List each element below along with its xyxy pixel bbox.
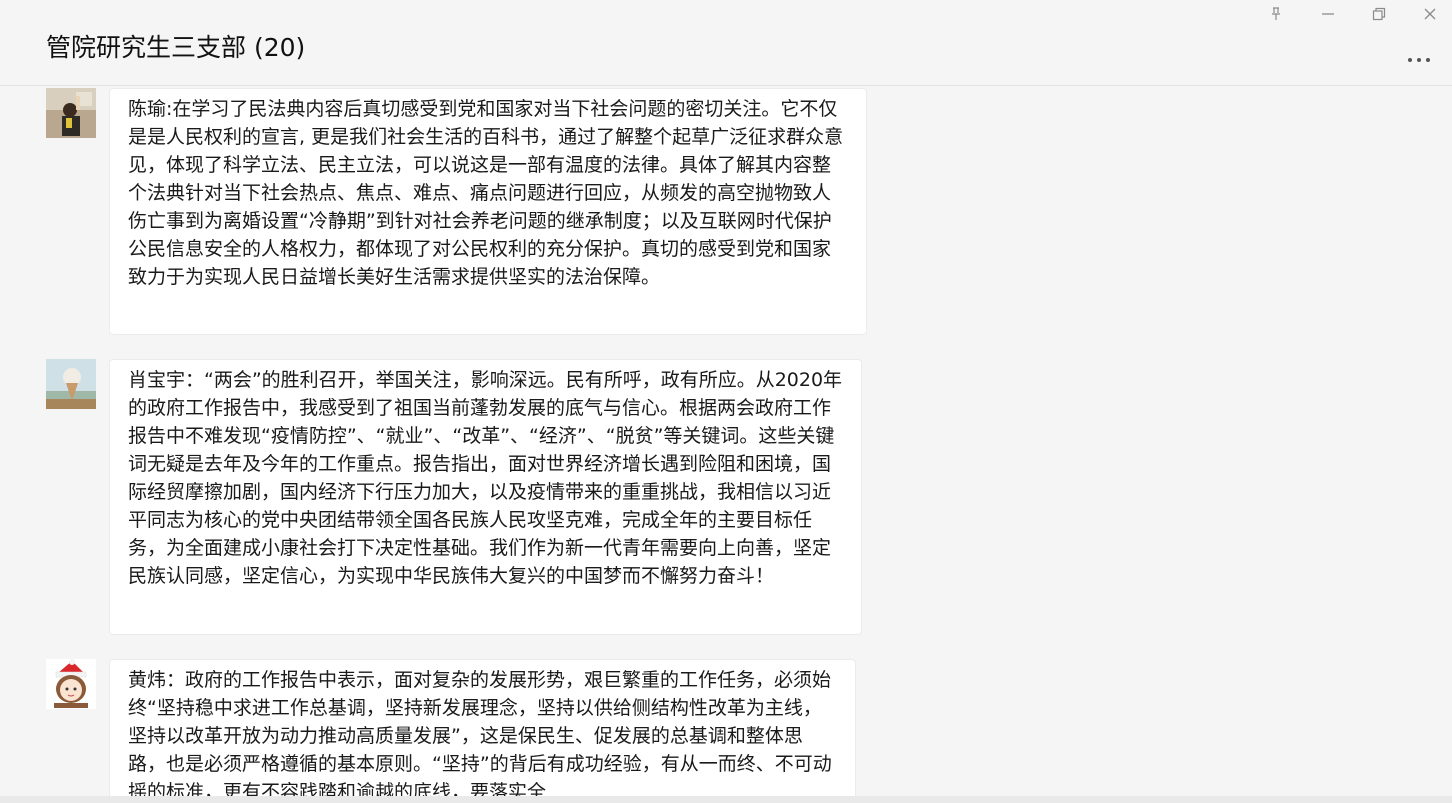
- restore-icon: [1372, 7, 1386, 21]
- chat-window: 管院研究生三支部 (20) 陈瑜:在学习了民法典内容后真切感受到党和国家对当下社…: [0, 0, 1452, 803]
- message-bubble[interactable]: 黄炜：政府的工作报告中表示，面对复杂的发展形势，艰巨繁重的工作任务，必须始终“坚…: [109, 659, 856, 803]
- message-bubble[interactable]: 陈瑜:在学习了民法典内容后真切感受到党和国家对当下社会问题的密切关注。它不仅是是…: [109, 88, 867, 335]
- avatar[interactable]: [46, 359, 96, 409]
- message-list[interactable]: 陈瑜:在学习了民法典内容后真切感受到党和国家对当下社会问题的密切关注。它不仅是是…: [0, 86, 1452, 803]
- minimize-button[interactable]: [1315, 2, 1341, 26]
- minimize-icon: [1322, 13, 1334, 15]
- more-options-button[interactable]: [1404, 50, 1434, 70]
- close-button[interactable]: [1417, 2, 1443, 26]
- close-icon: [1424, 8, 1436, 20]
- more-icon: [1408, 58, 1430, 62]
- title-bar: 管院研究生三支部 (20): [0, 0, 1452, 86]
- chat-title: 管院研究生三支部 (20): [46, 33, 306, 62]
- restore-button[interactable]: [1366, 2, 1392, 26]
- avatar[interactable]: [46, 88, 96, 138]
- pin-icon: [1272, 7, 1280, 20]
- bottom-edge: [0, 796, 1452, 803]
- avatar[interactable]: [46, 659, 96, 709]
- message-bubble[interactable]: 肖宝宇：“两会”的胜利召开，举国关注，影响深远。民有所呼，政有所应。从2020年…: [109, 359, 862, 635]
- pin-button[interactable]: [1263, 2, 1289, 26]
